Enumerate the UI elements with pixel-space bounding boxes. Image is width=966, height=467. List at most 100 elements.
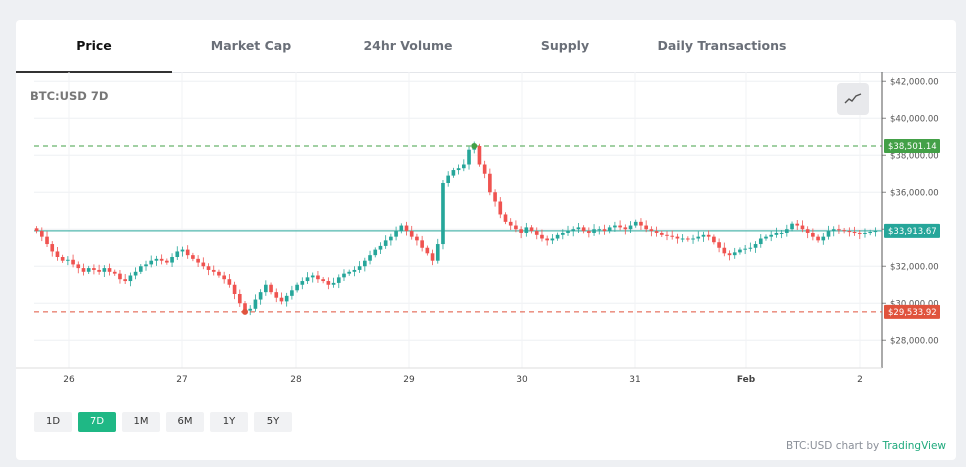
chart-attribution: BTC:USD chart by TradingView	[786, 440, 946, 452]
candle-body	[571, 229, 576, 232]
candle-body	[284, 295, 289, 302]
attribution-text: BTC:USD chart by	[786, 440, 883, 452]
candle-body	[691, 238, 695, 240]
candle-body	[175, 251, 180, 257]
candle-body	[560, 232, 565, 235]
candle-body	[847, 231, 852, 233]
candle-body	[696, 236, 701, 239]
range-1d-button[interactable]: 1D	[34, 412, 72, 432]
candle-body	[76, 264, 81, 269]
candle-body	[529, 227, 534, 232]
candle-body	[493, 192, 497, 202]
candle-body	[144, 264, 148, 267]
candle-body	[269, 284, 273, 293]
candle-body	[555, 234, 560, 239]
candle-body	[545, 238, 549, 241]
candle-body	[248, 308, 253, 311]
candle-body	[217, 271, 221, 276]
candle-body	[639, 221, 643, 226]
range-5y-button[interactable]: 5Y	[254, 412, 292, 432]
high-price-tag-label: $38,501.14	[888, 142, 937, 152]
y-tick-label: $28,000.00	[890, 336, 939, 346]
candle-body	[342, 273, 346, 278]
range-7d-button[interactable]: 7D	[78, 412, 116, 432]
candle-body	[357, 266, 362, 270]
price-chart[interactable]: $42,000.00$40,000.00$38,000.00$36,000.00…	[16, 20, 956, 400]
candle-body	[654, 231, 659, 233]
range-1m-button[interactable]: 1M	[122, 412, 160, 432]
candle-body	[670, 235, 675, 237]
candle-body	[764, 236, 768, 239]
candle-body	[430, 253, 435, 261]
candle-body	[805, 229, 810, 233]
candle-body	[191, 255, 195, 259]
candle-body	[649, 229, 654, 232]
candle-body	[686, 238, 690, 240]
candle-body	[196, 258, 200, 263]
candle-body	[409, 231, 414, 237]
candle-body	[331, 282, 336, 285]
candle-body	[321, 279, 325, 282]
candle-body	[550, 238, 555, 241]
candle-body	[420, 240, 424, 248]
candle-body	[826, 231, 831, 237]
candle-body	[34, 228, 39, 232]
candle-body	[675, 236, 680, 239]
range-1y-button[interactable]: 1Y	[210, 412, 248, 432]
candle-body	[310, 275, 315, 278]
candle-body	[50, 244, 55, 252]
candle-body	[524, 227, 529, 233]
candle-body	[253, 299, 258, 309]
x-tick-label: 31	[629, 375, 640, 385]
candle-body	[290, 290, 294, 296]
candle-body	[451, 170, 456, 176]
candle-body	[482, 164, 487, 174]
candle-body	[206, 266, 211, 270]
candle-body	[795, 223, 800, 226]
tradingview-link[interactable]: TradingView	[883, 440, 946, 452]
candle-body	[722, 247, 727, 254]
y-tick-label: $36,000.00	[890, 188, 939, 198]
candle-body	[112, 271, 117, 274]
candle-body	[488, 173, 492, 193]
candle-body	[227, 279, 232, 285]
candle-body	[717, 242, 721, 248]
candle-body	[712, 236, 716, 243]
candle-body	[305, 277, 310, 282]
x-tick-label: 29	[403, 375, 415, 385]
candle-body	[45, 236, 49, 245]
candle-body	[316, 275, 320, 280]
candle-body	[373, 249, 378, 256]
y-tick-label: $42,000.00	[890, 77, 939, 87]
candle-body	[503, 214, 508, 222]
candle-body	[66, 259, 70, 261]
candle-body	[816, 236, 820, 241]
candle-body	[347, 271, 352, 274]
candle-body	[258, 292, 263, 300]
candle-body	[587, 231, 591, 233]
candle-body	[477, 146, 482, 165]
candle-body	[383, 240, 388, 246]
x-tick-label: 26	[63, 375, 75, 385]
candle-body	[743, 248, 747, 250]
range-6m-button[interactable]: 6M	[166, 412, 204, 432]
candle-body	[779, 232, 784, 234]
line-chart-icon	[844, 93, 862, 104]
low-marker-dot	[242, 308, 248, 315]
x-tick-label: 30	[516, 375, 528, 385]
candle-body	[758, 238, 763, 245]
candle-body	[519, 229, 523, 233]
candle-body	[774, 232, 779, 235]
candle-body	[39, 231, 44, 237]
candle-body	[378, 245, 383, 250]
current-price-tag-label: $33,913.67	[888, 227, 937, 237]
candle-body	[55, 251, 60, 257]
candle-body	[514, 225, 518, 230]
candle-body	[279, 297, 284, 302]
candle-body	[60, 257, 65, 261]
candle-body	[389, 236, 393, 241]
candle-body	[873, 231, 878, 233]
candle-body	[498, 201, 503, 215]
candle-body	[170, 257, 174, 263]
chart-type-button[interactable]	[837, 83, 869, 115]
